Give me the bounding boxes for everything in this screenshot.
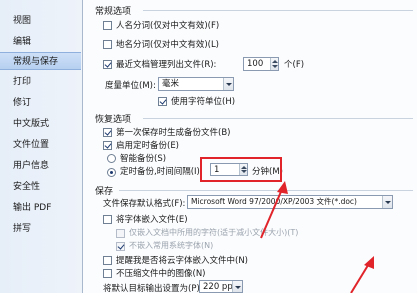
arrow-lower-right [350, 256, 374, 293]
sidebar-item-security[interactable]: 安全性 [0, 178, 81, 196]
arrow-pointing-to-box [260, 181, 288, 239]
options-panel: 常规选项 人名分词(仅对中文有效)(F) 地名分词(仅对中文有效)(L) 最近文… [83, 0, 417, 294]
sidebar-item-output-pdf[interactable]: 输出 PDF [0, 199, 81, 217]
sidebar-item-view[interactable]: 视图 [0, 12, 81, 30]
sidebar-item-general-save[interactable]: 常规与保存 [0, 52, 81, 70]
sidebar-item-spelling[interactable]: 拼写 [0, 220, 81, 238]
sidebar-item-chinese-layout[interactable]: 中文版式 [0, 115, 81, 133]
sidebar-item-print[interactable]: 打印 [0, 73, 81, 91]
options-category-sidebar: 视图 编辑 常规与保存 打印 修订 中文版式 文件位置 用户信息 安全性 输出 … [0, 0, 83, 293]
sidebar-item-edit[interactable]: 编辑 [0, 33, 81, 51]
annotation-arrows [260, 181, 374, 293]
sidebar-item-file-locations[interactable]: 文件位置 [0, 136, 81, 154]
sidebar-item-revision[interactable]: 修订 [0, 94, 81, 112]
sidebar-item-user-info[interactable]: 用户信息 [0, 157, 81, 175]
